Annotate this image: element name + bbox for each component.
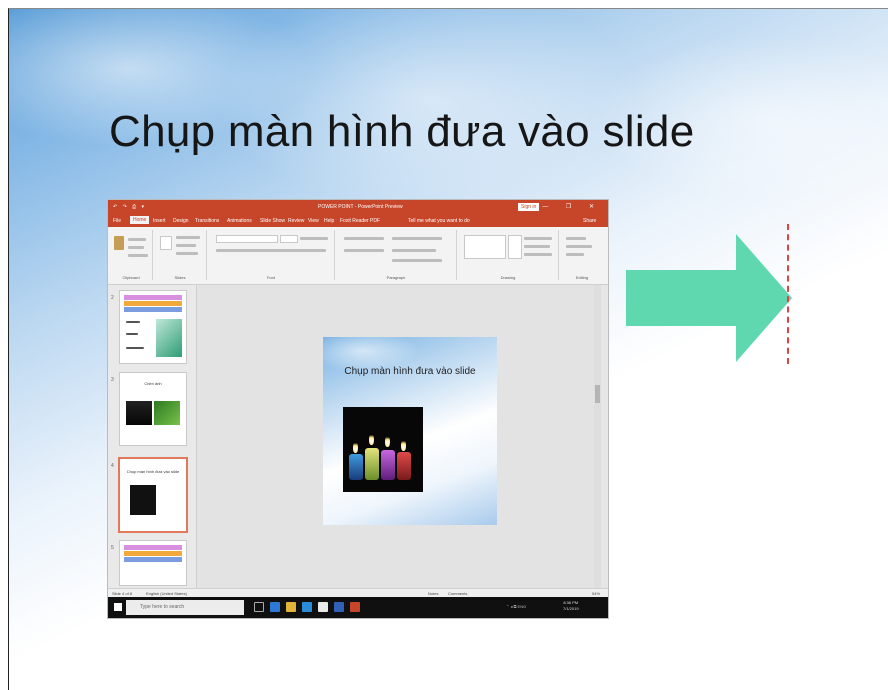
slide-number: 4	[111, 463, 114, 469]
tab-design[interactable]: Design	[173, 218, 189, 224]
ribbon-group-slides: Slides	[154, 230, 207, 280]
ribbon: Clipboard Slides Font Paragraph Drawing …	[108, 227, 608, 285]
slide-number: 2	[111, 295, 114, 301]
tab-view[interactable]: View	[308, 218, 319, 224]
tab-home[interactable]: Home	[130, 216, 150, 224]
mail-icon[interactable]	[318, 602, 328, 612]
new-slide-icon[interactable]	[160, 236, 172, 250]
dashed-guide-line	[787, 224, 789, 364]
share-button[interactable]: Share	[583, 218, 596, 224]
tab-help[interactable]: Help	[324, 218, 334, 224]
slide-thumbnail-pane: 2 3 Chèn ảnh 4 Chụp màn hình đưa vào sli…	[108, 285, 197, 588]
quick-access-toolbar[interactable]: ↶ ↷ ⎙ ▾	[113, 204, 146, 210]
word-icon[interactable]	[334, 602, 344, 612]
powerpoint-icon[interactable]	[350, 602, 360, 612]
powerpoint-screenshot[interactable]: ↶ ↷ ⎙ ▾ POWER POINT - PowerPoint Preview…	[108, 200, 608, 618]
ribbon-group-label: Drawing	[500, 275, 516, 280]
arrow-fill	[626, 234, 792, 362]
ribbon-group-label: Editing	[575, 275, 589, 280]
window-controls[interactable]: — ❐ ✕	[542, 203, 602, 210]
tell-me-box[interactable]: Tell me what you want to do	[408, 218, 470, 224]
language-indicator[interactable]: English (United States)	[146, 591, 187, 596]
tab-file[interactable]: File	[113, 218, 121, 224]
slide-title[interactable]: Chụp màn hình đưa vào slide	[109, 107, 694, 157]
ribbon-group-editing: Editing	[560, 230, 604, 280]
ribbon-group-clipboard: Clipboard	[110, 230, 153, 280]
windows-taskbar: Type here to search ⌃ ◂ ⧉ ENG 8:36 PM 7/…	[108, 597, 608, 618]
zoom-level[interactable]: 54%	[592, 591, 600, 596]
right-arrow-shape[interactable]	[626, 234, 792, 362]
sign-in-button[interactable]: Sign in	[518, 203, 540, 211]
tab-foxit[interactable]: Foxit Reader PDF	[340, 218, 380, 224]
tab-transitions[interactable]: Transitions	[195, 218, 219, 224]
slide-editor[interactable]: Chụp màn hình đưa vào slide	[197, 285, 601, 588]
notes-button[interactable]: Notes	[428, 591, 438, 596]
vertical-scrollbar[interactable]	[594, 285, 601, 588]
task-view-icon[interactable]	[254, 602, 264, 612]
slide-thumbnail-5[interactable]	[120, 541, 186, 585]
window-title: POWER POINT - PowerPoint Preview	[318, 204, 403, 210]
windows-start-icon[interactable]	[114, 603, 122, 611]
candles-image[interactable]	[343, 407, 423, 492]
slide-thumbnail-4[interactable]: Chụp màn hình đưa vào slide	[120, 459, 186, 531]
tab-review[interactable]: Review	[288, 218, 304, 224]
font-size-select[interactable]	[280, 235, 298, 243]
slide-number: 5	[111, 545, 114, 551]
tab-animations[interactable]: Animations	[227, 218, 252, 224]
ribbon-group-drawing: Drawing	[458, 230, 559, 280]
thumb-title: Chèn ảnh	[144, 381, 162, 386]
current-slide-title[interactable]: Chụp màn hình đưa vào slide	[323, 366, 497, 377]
ribbon-tabs: File Home Insert Design Transitions Anim…	[108, 215, 608, 227]
tab-slide-show[interactable]: Slide Show	[260, 218, 285, 224]
slide-counter: Slide 4 of 8	[112, 591, 133, 596]
ribbon-group-label: Font	[266, 275, 275, 280]
ribbon-group-paragraph: Paragraph	[336, 230, 457, 280]
slide-number: 3	[111, 377, 114, 383]
shapes-gallery[interactable]	[464, 235, 506, 259]
comments-button[interactable]: Comments	[448, 591, 467, 596]
taskbar-search[interactable]: Type here to search	[126, 600, 244, 615]
ribbon-group-label: Slides	[174, 275, 186, 280]
store-icon[interactable]	[302, 602, 312, 612]
edge-icon[interactable]	[270, 602, 280, 612]
thumb-title: Chụp màn hình đưa vào slide	[126, 469, 180, 474]
file-explorer-icon[interactable]	[286, 602, 296, 612]
ribbon-group-label: Clipboard	[122, 275, 140, 280]
clock-date: 7/1/2019	[563, 606, 579, 611]
slide-thumbnail-3[interactable]: Chèn ảnh	[120, 373, 186, 445]
window-titlebar: ↶ ↷ ⎙ ▾ POWER POINT - PowerPoint Preview…	[108, 200, 608, 215]
current-slide[interactable]: Chụp màn hình đưa vào slide	[323, 337, 497, 525]
scroll-thumb[interactable]	[595, 385, 600, 403]
paste-icon[interactable]	[114, 236, 124, 250]
font-name-select[interactable]	[216, 235, 278, 243]
ribbon-group-font: Font	[208, 230, 335, 280]
slide-thumbnail-2[interactable]	[120, 291, 186, 363]
slide-canvas: Chụp màn hình đưa vào slide ↶ ↷ ⎙ ▾ POWE…	[8, 8, 888, 690]
arrange-icon[interactable]	[508, 235, 522, 259]
system-tray[interactable]: ⌃ ◂ ⧉ ENG	[506, 604, 526, 609]
tab-insert[interactable]: Insert	[153, 218, 166, 224]
taskbar-clock[interactable]: 8:36 PM 7/1/2019	[563, 600, 579, 612]
ribbon-group-label: Paragraph	[386, 275, 406, 280]
